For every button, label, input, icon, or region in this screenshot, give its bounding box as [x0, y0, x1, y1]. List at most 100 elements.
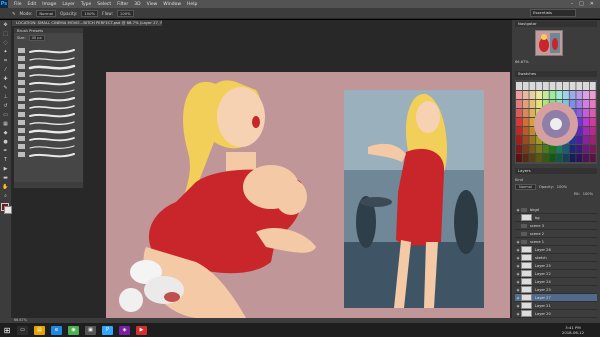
layer-row[interactable]: ◉ Layer 27 [515, 294, 597, 302]
layers-list[interactable]: ◉ bkgd bg scene 3 scene 2 ◉ scene 1 ◉ Layer 26 ◉ s… [515, 206, 597, 318]
system-clock[interactable]: 3:41 PM 2018-06-12 [562, 325, 584, 335]
swatch-cell [529, 100, 536, 108]
maximize-button[interactable]: □ [579, 1, 584, 7]
swatch-cell [516, 118, 522, 126]
color-swatches[interactable] [1, 203, 12, 214]
swatch-cell [589, 145, 596, 153]
menu-filter[interactable]: Filter [117, 2, 128, 7]
swatch-cell [583, 82, 589, 90]
path-select-icon[interactable]: ▶ [2, 166, 9, 173]
close-button[interactable]: ✕ [590, 1, 594, 7]
layer-row[interactable]: ◉ Layer 26 [515, 246, 597, 254]
history-brush-icon[interactable]: ↺ [2, 103, 9, 110]
layers-kind-label[interactable]: Kind [515, 178, 523, 182]
canvas[interactable] [106, 72, 510, 318]
menu-image[interactable]: Image [42, 2, 56, 7]
layer-row[interactable]: ◉ Layer 23 [515, 286, 597, 294]
opacity-field[interactable]: 100% [81, 9, 99, 17]
type-tool-icon[interactable]: T [2, 157, 9, 164]
shape-tool-icon[interactable]: ▬ [2, 175, 9, 182]
menu-layer[interactable]: Layer [62, 2, 75, 7]
menu-edit[interactable]: Edit [28, 2, 37, 7]
photoshop-taskbar-icon[interactable]: P [102, 325, 113, 335]
windows-start-icon[interactable]: ⊞ [0, 323, 14, 337]
move-tool-icon[interactable]: ✥ [2, 22, 9, 29]
file-explorer-icon[interactable]: ▤ [34, 325, 45, 335]
swatch-cell [549, 82, 556, 90]
swatch-cell [589, 82, 596, 90]
artwork [106, 72, 510, 318]
swatches-grid[interactable] [515, 80, 597, 164]
status-zoom[interactable]: 66.67% [14, 318, 27, 322]
layer-opacity-value[interactable]: 100% [557, 185, 567, 189]
layer-row[interactable]: ◉ Layer 22 [515, 270, 597, 278]
layer-row[interactable]: ◉ Layer 24 [515, 278, 597, 286]
menu-view[interactable]: View [147, 2, 158, 7]
layer-row[interactable]: scene 2 [515, 230, 597, 238]
media-icon[interactable]: ▶ [136, 325, 147, 335]
swatch-cell [576, 109, 583, 117]
layer-row[interactable]: scene 3 [515, 222, 597, 230]
layer-row[interactable]: ◉ Layer 25 [515, 262, 597, 270]
layer-fill-value[interactable]: 100% [583, 192, 593, 196]
clone-stamp-icon[interactable]: ⊥ [2, 94, 9, 101]
layers-title[interactable]: Layers [515, 168, 597, 174]
menu-3d[interactable]: 3D [134, 2, 140, 7]
layer-row[interactable]: bg [515, 214, 597, 222]
swatch-cell [562, 82, 569, 90]
menu-window[interactable]: Window [163, 2, 181, 7]
lasso-tool-icon[interactable]: ◌ [2, 40, 9, 47]
tools-panel: ✥ ⬚ ◌ ✦ ⌗ ⁄ ✚ ✎ ⊥ ↺ ▭ ▦ ◆ ● ✒ T ▶ ▬ ✋ ⌕ [0, 20, 12, 318]
menu-select[interactable]: Select [97, 2, 111, 7]
task-view-icon[interactable]: ▭ [17, 325, 28, 335]
gradient-icon[interactable]: ▦ [2, 121, 9, 128]
marquee-tool-icon[interactable]: ⬚ [2, 31, 9, 38]
brush-tool-icon[interactable]: ✎ [2, 85, 9, 92]
swatch-cell [536, 91, 543, 99]
minimize-button[interactable]: – [571, 1, 574, 7]
blur-tool-icon[interactable]: ◆ [2, 130, 9, 137]
dodge-tool-icon[interactable]: ● [2, 139, 9, 146]
swatch-cell [583, 154, 589, 162]
edge-icon[interactable]: e [51, 325, 62, 335]
navigator-thumbnail[interactable] [535, 30, 563, 56]
layer-row[interactable]: ◉ Layer 20 [515, 310, 597, 318]
document-tab[interactable]: LOCATION: SMALL CINEMA MOVIE...BITCH PER… [12, 20, 162, 26]
swatches-title[interactable]: Swatches [515, 71, 597, 77]
quick-select-icon[interactable]: ✦ [2, 49, 9, 56]
app-icon[interactable]: ◈ [119, 325, 130, 335]
chrome-icon[interactable]: ◉ [68, 325, 79, 335]
pen-tool-icon[interactable]: ✒ [2, 148, 9, 155]
brush-list[interactable] [16, 46, 78, 174]
menu-type[interactable]: Type [81, 2, 91, 7]
healing-brush-icon[interactable]: ✚ [2, 76, 9, 83]
menu-help[interactable]: Help [187, 2, 197, 7]
eyedropper-icon[interactable]: ⁄ [2, 67, 9, 74]
brush-size-field[interactable]: 40 px [28, 35, 45, 41]
background-color[interactable] [4, 206, 12, 214]
swatch-cell [576, 91, 583, 99]
store-icon[interactable]: ▣ [85, 325, 96, 335]
hand-tool-icon[interactable]: ✋ [2, 184, 9, 191]
swatch-cell [516, 127, 522, 135]
brush-tool-icon[interactable]: ✎ [12, 11, 16, 16]
workspace-select[interactable]: Essentials [530, 9, 576, 17]
menu-file[interactable]: File [14, 2, 22, 7]
crop-tool-icon[interactable]: ⌗ [2, 58, 9, 65]
layer-name: Layer 26 [535, 247, 551, 252]
layer-row[interactable]: ◉ Layer 21 [515, 302, 597, 310]
options-bar: ✎ Mode: Normal Opacity: 100% Flow: 100% … [0, 8, 600, 19]
blend-mode-select[interactable]: Normal [515, 183, 537, 190]
flow-label: Flow: [102, 10, 113, 16]
layer-row[interactable]: ◉ bkgd [515, 206, 597, 214]
zoom-tool-icon[interactable]: ⌕ [2, 193, 9, 200]
navigator-zoom[interactable]: 66.67% [515, 60, 597, 66]
navigator-title[interactable]: Navigator [515, 21, 597, 27]
opacity-label: Opacity: [60, 10, 78, 16]
flow-field[interactable]: 100% [116, 9, 134, 17]
mode-select[interactable]: Normal [36, 9, 57, 17]
swatch-cell [542, 91, 549, 99]
layer-row[interactable]: ◉ scene 1 [515, 238, 597, 246]
layer-row[interactable]: ◉ sketch [515, 254, 597, 262]
eraser-icon[interactable]: ▭ [2, 112, 9, 119]
